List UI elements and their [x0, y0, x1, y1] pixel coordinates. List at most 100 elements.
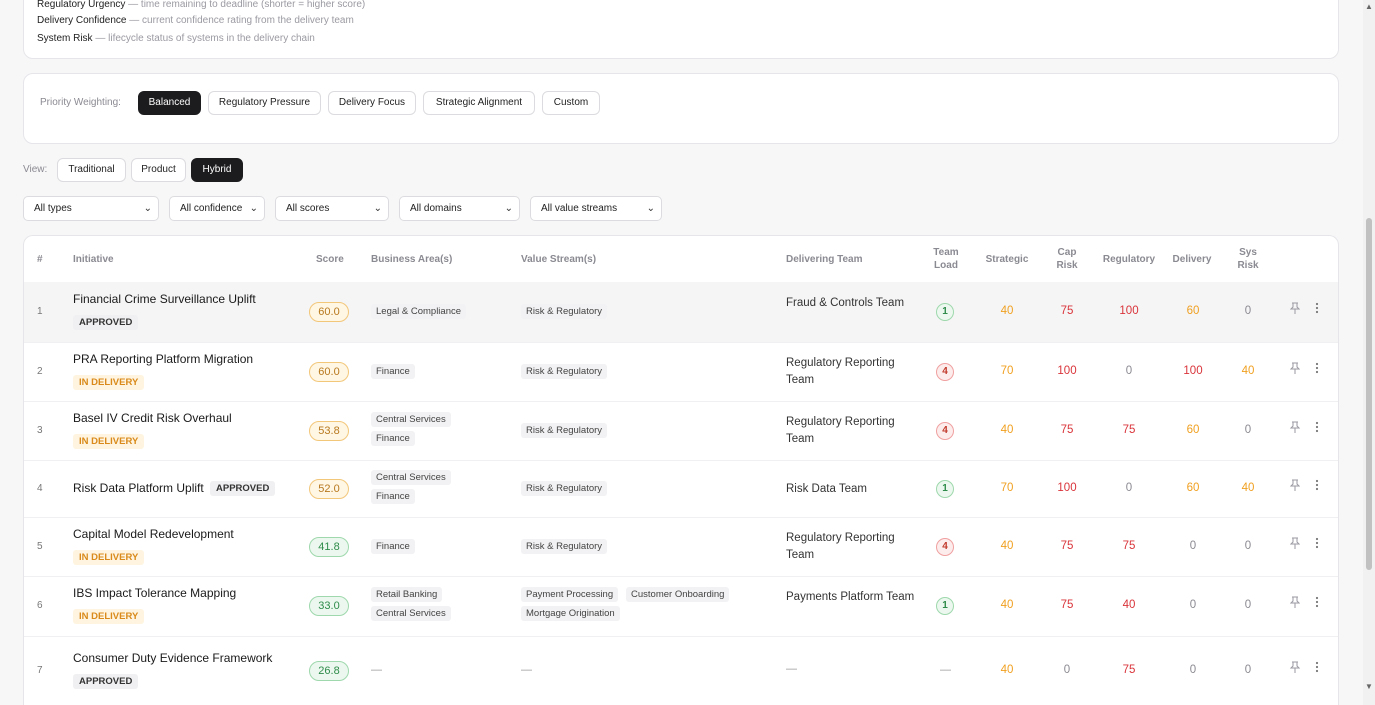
more-vertical-icon[interactable] [1315, 537, 1319, 552]
more-vertical-icon[interactable] [1315, 661, 1319, 676]
priority-weighting-card: Priority Weighting: Balanced Regulatory … [23, 73, 1339, 144]
table-row[interactable]: 3 Basel IV Credit Risk Overhaul IN DELIVER… [24, 401, 1338, 461]
scroll-up-arrow-icon[interactable]: ▲ [1365, 2, 1373, 11]
score-pill: 60.0 [309, 302, 349, 322]
confidence-filter-select[interactable]: All confidence ⌄ [169, 196, 265, 221]
value-stream-tag: Risk & Regulatory [521, 481, 608, 496]
pin-icon[interactable] [1289, 596, 1301, 611]
header-cap-risk-line2: Risk [1056, 260, 1078, 271]
header-score[interactable]: Score [316, 253, 344, 266]
sys-risk-score: 0 [1244, 305, 1252, 317]
initiative-name[interactable]: Capital Model Redevelopment [73, 527, 234, 541]
scroll-thumb[interactable] [1366, 218, 1372, 570]
value-stream-tag: Customer Onboarding [626, 587, 730, 602]
sys-risk-score: 40 [1241, 482, 1255, 494]
page-scrollbar[interactable]: ▲ ▼ [1363, 0, 1375, 705]
view-traditional-button[interactable]: Traditional [57, 158, 126, 182]
header-delivery[interactable]: Delivery [1167, 253, 1217, 266]
header-sys-risk[interactable]: Sys Risk [1230, 246, 1266, 272]
domain-filter-select[interactable]: All domains ⌄ [399, 196, 520, 221]
initiative-name[interactable]: IBS Impact Tolerance Mapping [73, 586, 236, 600]
pin-icon[interactable] [1289, 302, 1301, 317]
team-load-indicator: 1 [936, 303, 954, 321]
delivery-score: 100 [1183, 365, 1203, 377]
header-strategic[interactable]: Strategic [982, 253, 1032, 266]
header-initiative[interactable]: Initiative [73, 253, 114, 266]
weighting-balanced-button[interactable]: Balanced [138, 91, 201, 115]
header-business-areas[interactable]: Business Area(s) [371, 253, 452, 266]
more-vertical-icon[interactable] [1315, 421, 1319, 436]
delivering-team: Fraud & Controls Team [786, 297, 905, 309]
weighting-custom-button[interactable]: Custom [542, 91, 600, 115]
table-row[interactable]: 2 PRA Reporting Platform Migration IN DELI… [24, 342, 1338, 402]
delivery-score: 0 [1189, 664, 1197, 676]
pin-icon[interactable] [1289, 362, 1301, 377]
initiative-name[interactable]: Risk Data Platform Uplift [73, 481, 204, 495]
header-team-load[interactable]: Team Load [925, 246, 967, 272]
score-filter-value: All scores [286, 203, 330, 214]
initiative-name[interactable]: Consumer Duty Evidence Framework [73, 651, 272, 665]
header-team-load-line1: Team [933, 247, 959, 258]
table-row[interactable]: 5 Capital Model Redevelopment IN DELIVERY 4… [24, 517, 1338, 577]
table-row[interactable]: 4 Risk Data Platform Uplift APPROVED 52.0 Ce… [24, 460, 1338, 518]
status-badge: APPROVED [210, 481, 276, 496]
value-stream-tag: Risk & Regulatory [521, 304, 608, 319]
regulatory-score: 100 [1119, 305, 1139, 317]
business-area-tag: Retail Banking [371, 587, 443, 602]
business-area-tag: Finance [371, 539, 415, 554]
header-value-streams[interactable]: Value Stream(s) [521, 253, 596, 266]
more-vertical-icon[interactable] [1315, 596, 1319, 611]
sys-risk-score: 0 [1244, 599, 1252, 611]
cap-risk-score: 100 [1057, 482, 1077, 494]
delivery-score: 60 [1186, 305, 1200, 317]
legend-desc: — time remaining to deadline (shorter = … [125, 0, 366, 10]
weighting-strategic-alignment-button[interactable]: Strategic Alignment [423, 91, 535, 115]
business-area-tag: Central Services [371, 606, 451, 621]
value-stream-empty: — [521, 664, 532, 676]
initiative-name[interactable]: Financial Crime Surveillance Uplift [73, 292, 256, 306]
strategic-score: 40 [1000, 599, 1014, 611]
table-row[interactable]: 7 Consumer Duty Evidence Framework APPROVE… [24, 636, 1338, 705]
cap-risk-score: 75 [1060, 305, 1074, 317]
initiative-name[interactable]: PRA Reporting Platform Migration [73, 352, 253, 366]
delivering-team: Regulatory Reporting Team [786, 532, 895, 561]
status-badge: APPROVED [73, 315, 139, 330]
scroll-down-arrow-icon[interactable]: ▼ [1365, 682, 1373, 691]
value-stream-tag: Risk & Regulatory [521, 539, 608, 554]
status-badge: APPROVED [73, 674, 139, 689]
score-pill: 26.8 [309, 661, 349, 681]
weighting-delivery-focus-button[interactable]: Delivery Focus [328, 91, 416, 115]
cap-risk-score: 75 [1060, 599, 1074, 611]
strategic-score: 40 [1000, 540, 1014, 552]
business-area-tag: Central Services [371, 470, 451, 485]
pin-icon[interactable] [1289, 661, 1301, 676]
business-area-empty: — [371, 664, 382, 676]
cap-risk-score: 75 [1060, 540, 1074, 552]
chevron-down-icon: ⌄ [504, 203, 513, 214]
value-stream-filter-select[interactable]: All value streams ⌄ [530, 196, 662, 221]
more-vertical-icon[interactable] [1315, 479, 1319, 494]
table-row[interactable]: 6 IBS Impact Tolerance Mapping IN DELIVERY… [24, 576, 1338, 637]
cap-risk-score: 100 [1057, 365, 1077, 377]
score-filter-select[interactable]: All scores ⌄ [275, 196, 389, 221]
legend-term: System Risk [37, 33, 93, 44]
more-vertical-icon[interactable] [1315, 362, 1319, 377]
header-delivering-team[interactable]: Delivering Team [786, 253, 863, 266]
legend-term: Regulatory Urgency [37, 0, 126, 10]
pin-icon[interactable] [1289, 537, 1301, 552]
business-area-tag: Finance [371, 489, 415, 504]
pin-icon[interactable] [1289, 421, 1301, 436]
header-regulatory[interactable]: Regulatory [1099, 253, 1159, 266]
score-pill: 33.0 [309, 596, 349, 616]
header-cap-risk[interactable]: Cap Risk [1049, 246, 1085, 272]
view-hybrid-button[interactable]: Hybrid [191, 158, 243, 182]
table-row[interactable]: 1 Financial Crime Surveillance Uplift APPR… [24, 282, 1338, 343]
more-vertical-icon[interactable] [1315, 302, 1319, 317]
view-label: View: [23, 164, 48, 175]
pin-icon[interactable] [1289, 479, 1301, 494]
view-product-button[interactable]: Product [131, 158, 186, 182]
initiative-name[interactable]: Basel IV Credit Risk Overhaul [73, 411, 232, 425]
chevron-down-icon: ⌄ [143, 203, 152, 214]
type-filter-select[interactable]: All types ⌄ [23, 196, 159, 221]
weighting-regulatory-pressure-button[interactable]: Regulatory Pressure [208, 91, 321, 115]
